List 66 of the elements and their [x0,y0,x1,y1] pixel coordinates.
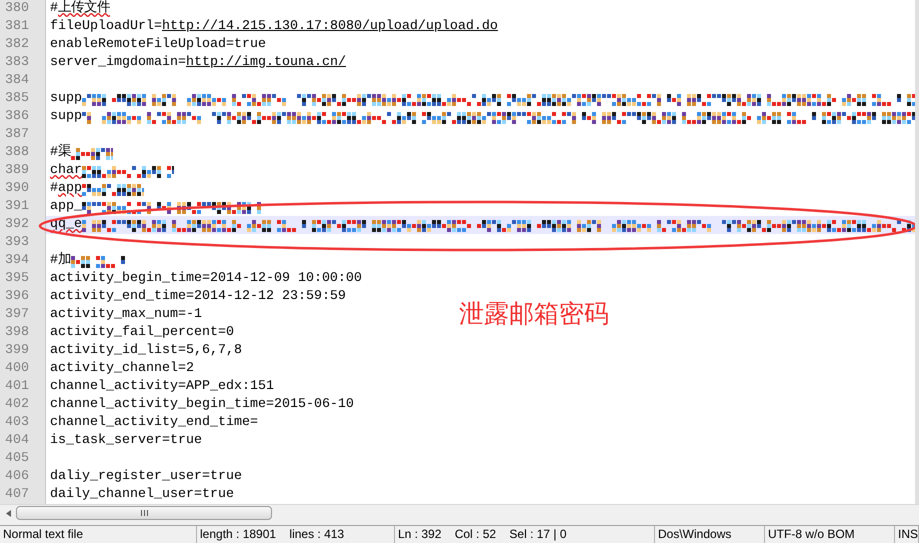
mosaic-drawing [82,182,144,196]
line-number: 384 [5,72,29,90]
line-number: 404 [5,432,29,450]
line-number: 399 [5,342,29,360]
status-field: Normal text file [0,526,197,543]
code-text: daily_channel_user=true [50,486,234,504]
code-text: fileUploadUrl= [50,18,162,36]
code-text: app_ [50,198,82,216]
status-field: UTF-8 w/o BOM [765,526,895,543]
misspelled-text: app [58,180,82,198]
status-field: Dos\Windows [655,526,765,543]
code-text: enableRemoteFileUpload=true [50,36,266,54]
line-number: 396 [5,288,29,306]
line-number: 387 [5,126,29,144]
line-number: 385 [5,90,29,108]
line-number: 395 [5,270,29,288]
code-text: # [50,0,58,18]
line-number: 406 [5,468,29,486]
status-field: INS [895,526,919,543]
line-number: 398 [5,324,29,342]
code-text: activity_channel=2 [50,360,194,378]
line-number: 381 [5,18,29,36]
url-link[interactable]: http://img.touna.cn/ [186,53,346,73]
code-text: supp [50,108,82,126]
code-text: activity_max_num=-1 [50,306,202,324]
line-number: 380 [5,0,29,18]
line-number: 382 [5,36,29,54]
misspelled-text: char [50,162,82,180]
scrollbar-thumb[interactable] [16,506,272,520]
code-text: daliy_register_user=true [50,468,242,486]
line-number: 388 [5,144,29,162]
line-number: 394 [5,252,29,270]
status-field: length : 18901 lines : 413 [197,526,395,543]
code-text: activity_end_time=2014-12-12 23:59:59 [50,288,346,306]
line-number: 402 [5,396,29,414]
line-number: 401 [5,378,29,396]
annotation-text: 泄露邮箱密码 [459,301,609,326]
status-field: Ln : 392 Col : 52 Sel : 17 | 0 [395,526,655,543]
line-number: 405 [5,450,29,468]
line-number: 393 [5,234,29,252]
line-number: 390 [5,180,29,198]
line-number: 403 [5,414,29,432]
code-text: channel_activity_begin_time=2015-06-10 [50,396,354,414]
line-number: 391 [5,198,29,216]
misspelled-text: 上传文件 [58,0,110,18]
code-text: #渠 [50,143,71,162]
code-text: activity_id_list=5,6,7,8 [50,342,242,360]
line-number: 389 [5,162,29,180]
code-text: server_imgdomain= [50,54,186,72]
line-number: 383 [5,54,29,72]
code-text: # [50,180,58,198]
code-text: channel_activity=APP_edx:151 [50,378,274,396]
code-text: #加 [50,251,71,270]
code-text: channel_activity_end_time= [50,414,258,432]
line-number: 397 [5,306,29,324]
line-number: 386 [5,108,29,126]
line-number: 407 [5,486,29,504]
code-text: supp [50,90,82,108]
url-link[interactable]: http://14.215.130.17:8080/upload/upload.do [162,17,498,37]
code-text: activity_fail_percent=0 [50,324,234,342]
code-text: activity_begin_time=2014-12-09 10:00:00 [50,270,362,288]
mosaic-drawing [71,146,113,160]
code-text: is_task_server=true [50,432,202,450]
mosaic-drawing [71,254,127,268]
line-number: 392 [5,216,29,234]
line-number: 400 [5,360,29,378]
